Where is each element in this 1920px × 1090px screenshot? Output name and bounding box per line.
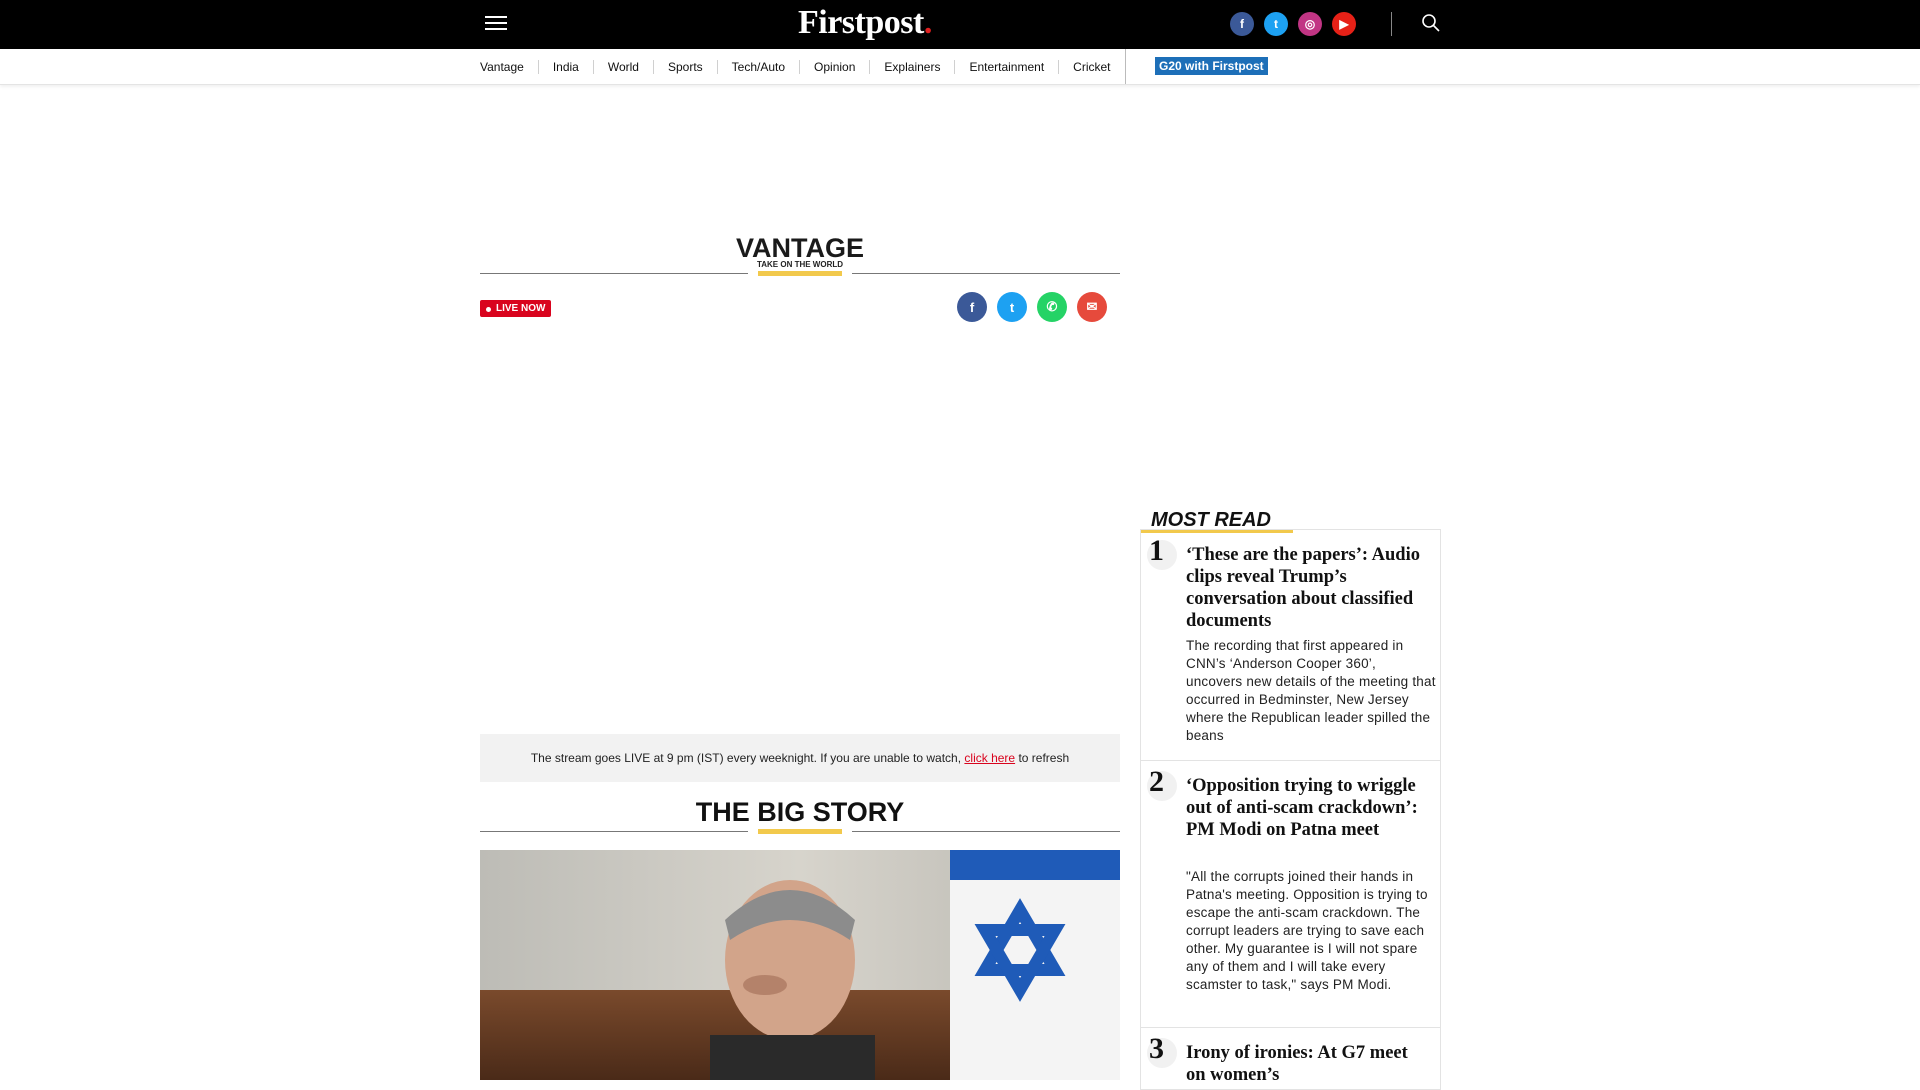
accent-bar (758, 271, 842, 276)
nav-divider (1125, 49, 1126, 84)
big-story-photo (480, 850, 1120, 1080)
video-player[interactable] (480, 330, 1120, 734)
refresh-link[interactable]: click here (964, 751, 1015, 765)
nav-bar: Vantage India World Sports Tech/Auto Opi… (0, 49, 1920, 85)
nav-item-entertainment[interactable]: Entertainment (955, 59, 1060, 74)
list-item[interactable]: 2 ‘Opposition trying to wriggle out of a… (1141, 760, 1440, 1028)
header-divider (1391, 12, 1392, 36)
big-story-image[interactable] (480, 850, 1120, 1080)
nav-item-cricket[interactable]: Cricket (1059, 60, 1124, 74)
list-item[interactable]: 1 ‘These are the papers’: Audio clips re… (1141, 529, 1440, 761)
nav-item-tech-auto[interactable]: Tech/Auto (718, 59, 801, 74)
big-story-header: THE BIG STORY (480, 793, 1120, 834)
nav-item-opinion[interactable]: Opinion (800, 59, 871, 74)
article-summary: "All the corrupts joined their hands in … (1186, 869, 1428, 992)
rank-badge: 2 (1147, 765, 1177, 801)
logo-text: Firstpost (798, 4, 924, 41)
divider-line-right (852, 831, 1120, 832)
twitter-share-icon[interactable]: t (997, 292, 1027, 322)
nav-item-explainers[interactable]: Explainers (870, 59, 956, 74)
nav-item-sports[interactable]: Sports (654, 59, 718, 74)
top-bar: Firstpost. f t ◎ ▶ (0, 0, 1920, 49)
nav-item-vantage[interactable]: Vantage (480, 59, 539, 74)
search-icon[interactable] (1420, 12, 1442, 34)
nav-list: Vantage India World Sports Tech/Auto Opi… (480, 49, 1125, 84)
stream-text: The stream goes LIVE at 9 pm (IST) every… (530, 751, 962, 765)
site-logo[interactable]: Firstpost. (798, 4, 932, 42)
accent-bar (758, 829, 842, 834)
vantage-tagline: TAKE ON THE WORLD (756, 260, 844, 269)
article-headline[interactable]: ‘Opposition trying to wriggle out of ant… (1186, 775, 1431, 841)
facebook-share-icon[interactable]: f (957, 292, 987, 322)
share-buttons: f t ✆ ✉ (957, 292, 1107, 322)
list-item[interactable]: 3 Irony of ironies: At G7 meet on women’… (1141, 1027, 1440, 1090)
twitter-icon[interactable]: t (1264, 12, 1288, 36)
nav-item-india[interactable]: India (539, 59, 594, 74)
vantage-section-header: VANTAGE TAKE ON THE WORLD (480, 233, 1120, 279)
facebook-icon[interactable]: f (1230, 12, 1254, 36)
stream-notice: The stream goes LIVE at 9 pm (IST) every… (480, 734, 1120, 782)
logo-dot: . (923, 4, 933, 41)
email-share-icon[interactable]: ✉ (1077, 292, 1107, 322)
divider-line-left (480, 273, 748, 274)
social-links: f t ◎ ▶ (1230, 12, 1356, 36)
divider-line-right (852, 273, 1120, 274)
big-story-title: THE BIG STORY (695, 797, 905, 827)
article-headline[interactable]: Irony of ironies: At G7 meet on women’s (1186, 1042, 1431, 1086)
live-now-badge[interactable]: LIVE NOW (480, 300, 552, 317)
most-read-header: MOST READ (1141, 507, 1293, 533)
most-read-list: 1 ‘These are the papers’: Audio clips re… (1140, 529, 1441, 1090)
instagram-icon[interactable]: ◎ (1298, 12, 1322, 36)
article-headline[interactable]: ‘These are the papers’: Audio clips reve… (1186, 544, 1431, 632)
stream-suffix: to refresh (1018, 751, 1070, 765)
g20-badge-link[interactable]: G20 with Firstpost (1155, 57, 1268, 75)
youtube-icon[interactable]: ▶ (1332, 12, 1356, 36)
rank-badge: 1 (1147, 534, 1177, 570)
nav-item-world[interactable]: World (594, 59, 654, 74)
menu-icon[interactable] (485, 16, 507, 32)
divider-line-left (480, 831, 748, 832)
article-summary: The recording that first appeared in CNN… (1186, 638, 1436, 743)
rank-badge: 3 (1147, 1032, 1177, 1068)
whatsapp-share-icon[interactable]: ✆ (1037, 292, 1067, 322)
